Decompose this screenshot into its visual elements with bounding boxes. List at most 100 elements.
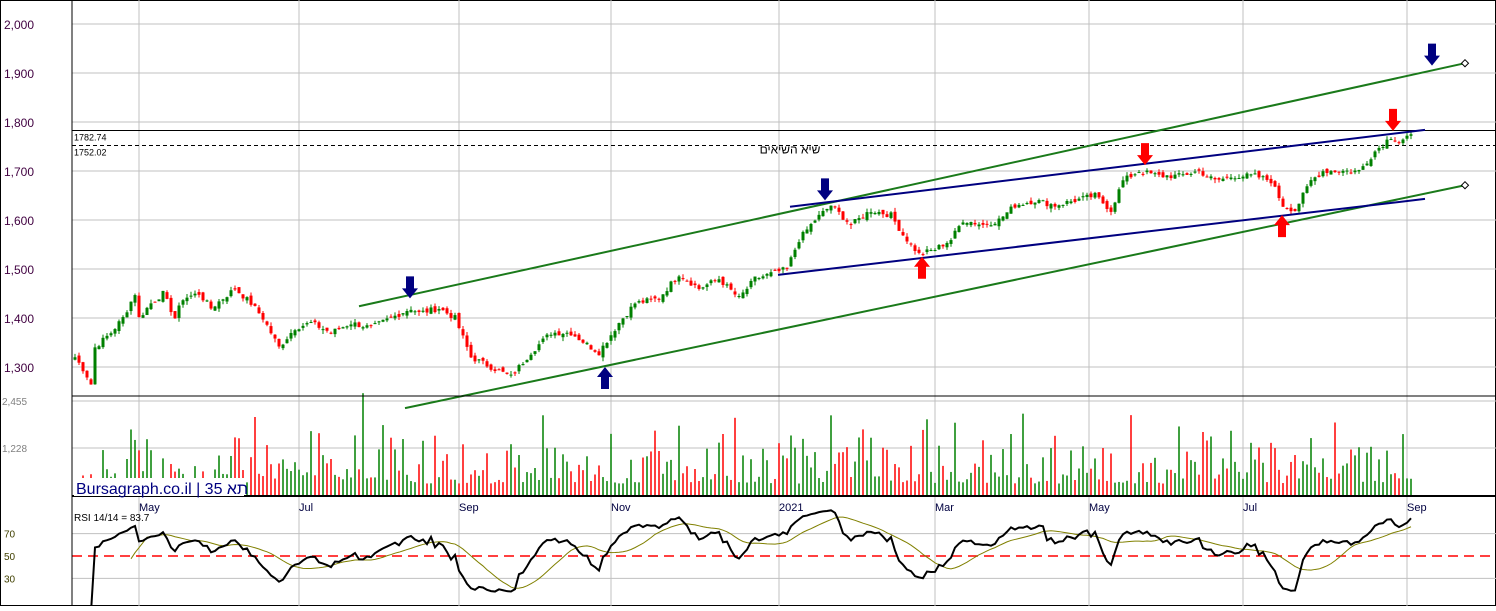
candle-body	[145, 307, 149, 316]
candle-body	[945, 242, 949, 248]
candle-body	[1393, 140, 1397, 142]
candle-body	[1105, 201, 1109, 209]
price-tick: 1,600	[4, 214, 34, 228]
candle-body	[97, 346, 101, 350]
candle-body	[433, 306, 437, 313]
candle-body	[573, 334, 577, 337]
candle-body	[973, 222, 977, 225]
rsi-label: RSI 14/14 = 83.7	[74, 513, 150, 524]
candle-body	[481, 357, 485, 361]
level-label: 1752.02	[74, 148, 107, 158]
candle-body	[1165, 175, 1169, 178]
candle-body	[405, 310, 409, 316]
candle-body	[617, 323, 621, 331]
candle-body	[773, 269, 777, 271]
month-label: 2021	[779, 502, 803, 514]
candle-body	[461, 329, 465, 336]
candle-body	[141, 315, 145, 318]
candle-body	[1349, 172, 1353, 174]
candle-body	[645, 298, 649, 303]
candle-body	[361, 327, 365, 329]
candle-body	[997, 218, 1001, 227]
candle-body	[277, 338, 281, 347]
candle-body	[229, 290, 233, 297]
candle-body	[421, 310, 425, 312]
candle-body	[593, 350, 597, 352]
candle-body	[897, 219, 901, 231]
candle-body	[209, 301, 213, 309]
candle-body	[841, 211, 845, 220]
candle-body	[1113, 202, 1117, 212]
candle-body	[1277, 185, 1281, 199]
candle-body	[1097, 192, 1101, 198]
candle-body	[1109, 207, 1113, 212]
candle-body	[113, 329, 117, 334]
candle-body	[389, 316, 393, 318]
candle-body	[885, 214, 889, 217]
volume-tick: 2,455	[2, 397, 27, 408]
candle-body	[633, 303, 637, 308]
candle-body	[1053, 203, 1057, 207]
candle-body	[1373, 151, 1377, 158]
candle-body	[677, 276, 681, 282]
candle-body	[737, 296, 741, 298]
candle-body	[557, 331, 561, 336]
candle-body	[777, 268, 781, 272]
candle-body	[1101, 196, 1105, 204]
candle-body	[173, 311, 177, 319]
candle-body	[1125, 175, 1129, 182]
candle-body	[213, 306, 217, 311]
candle-body	[813, 220, 817, 223]
candle-body	[1301, 192, 1305, 204]
candle-body	[1133, 174, 1137, 176]
candle-body	[825, 208, 829, 211]
candle-body	[401, 313, 405, 315]
candle-body	[1169, 175, 1173, 179]
stock-chart: 2,000 1,900 1,800 1,700 1,600 1,500 1,400 1,300…	[0, 0, 1496, 611]
candle-body	[1017, 204, 1021, 208]
candle-body	[641, 300, 645, 303]
candle-body	[1293, 208, 1297, 212]
candle-body	[1321, 171, 1325, 177]
candle-body	[1073, 199, 1077, 202]
candle-body	[669, 281, 673, 292]
candle-body	[837, 207, 841, 212]
candle-body	[1209, 176, 1213, 179]
candle-body	[321, 329, 325, 331]
candle-body	[1025, 203, 1029, 205]
candle-body	[273, 334, 277, 339]
candle-body	[305, 323, 309, 325]
candle-body	[169, 297, 173, 313]
candle-body	[1341, 170, 1345, 173]
candle-body	[289, 332, 293, 339]
candle-body	[1077, 198, 1081, 201]
candle-body	[901, 232, 905, 236]
candle-body	[157, 299, 161, 302]
candle-body	[117, 321, 121, 332]
candle-body	[385, 318, 389, 321]
candle-body	[125, 312, 129, 318]
candle-body	[957, 226, 961, 233]
candle-body	[417, 310, 421, 313]
candle-body	[445, 308, 449, 314]
candle-body	[1129, 174, 1133, 178]
candle-body	[429, 307, 433, 314]
candle-body	[161, 290, 165, 302]
candle-body	[849, 224, 853, 226]
candle-body	[89, 379, 93, 385]
candle-body	[537, 344, 541, 351]
candle-body	[721, 276, 725, 285]
candle-body	[369, 325, 373, 327]
candle-body	[1069, 201, 1073, 204]
candle-body	[1153, 173, 1157, 175]
candle-body	[665, 291, 669, 296]
candle-body	[197, 292, 201, 295]
candle-body	[909, 243, 913, 245]
candle-body	[881, 209, 885, 215]
month-label: Sep	[459, 502, 479, 514]
candle-body	[941, 244, 945, 247]
candle-body	[441, 307, 445, 311]
rsi-tick: 30	[4, 574, 16, 585]
candle-body	[1289, 207, 1293, 212]
candle-body	[341, 327, 345, 329]
